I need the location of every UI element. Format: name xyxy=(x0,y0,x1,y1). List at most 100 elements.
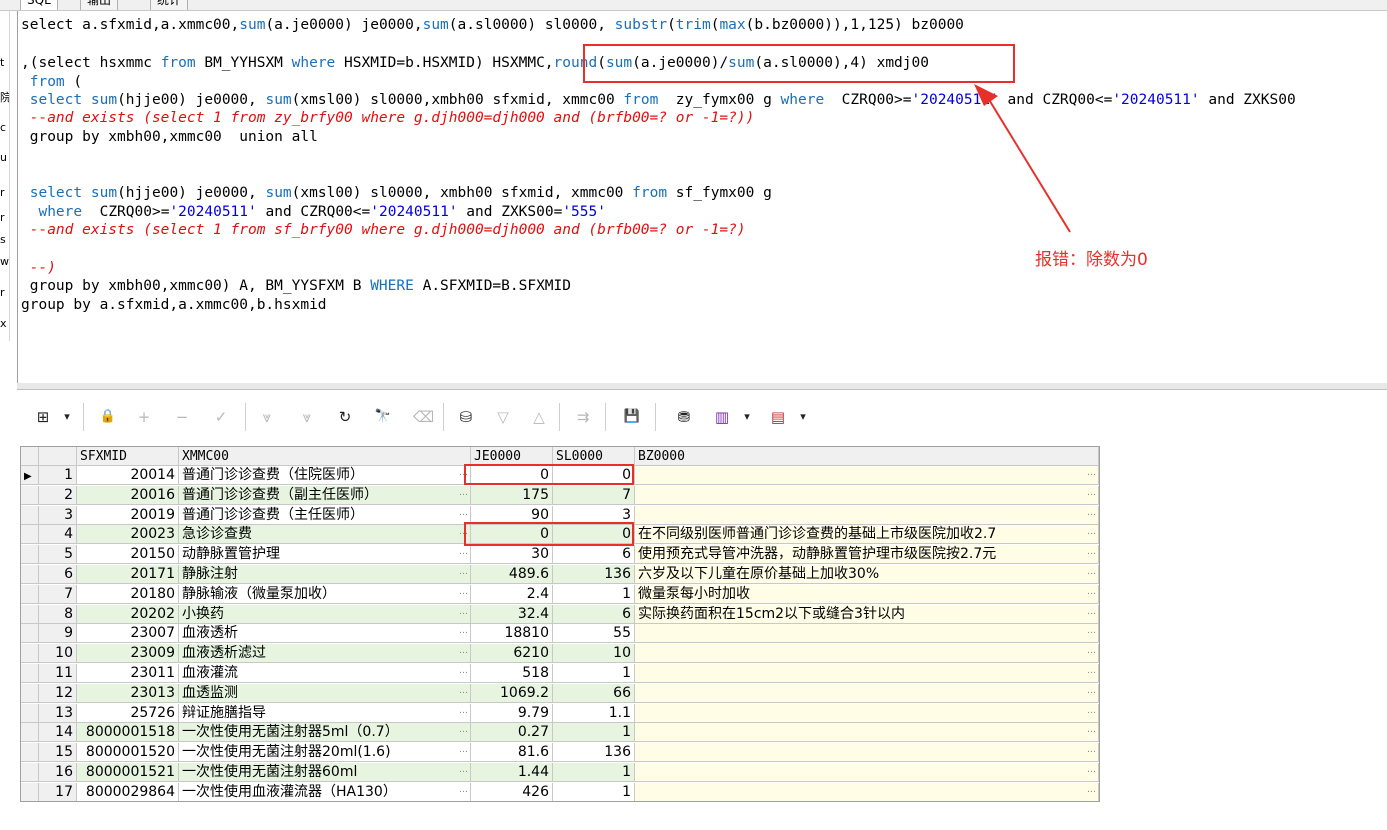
cell-ellipsis-button[interactable]: … xyxy=(459,644,468,658)
cell-bz0000[interactable]: 六岁及以下儿童在原价基础上加收30%… xyxy=(635,565,1099,584)
table-row[interactable]: 10 23009 血液透析滤过… 6210 10… xyxy=(21,644,1099,664)
cell-ellipsis-button[interactable]: … xyxy=(1087,525,1096,539)
table-row[interactable]: 15 8000001520 一次性使用无菌注射器20ml(1.6)… 81.6 136… xyxy=(21,743,1099,763)
delete-record-icon[interactable]: − xyxy=(173,407,191,427)
cell-sl0000[interactable]: 55 xyxy=(553,624,635,644)
cell-sl0000[interactable]: 136 xyxy=(553,743,635,763)
cell-ellipsis-button[interactable]: … xyxy=(1087,585,1096,599)
cell-xmmc00[interactable]: 辩证施膳指导… xyxy=(179,703,471,723)
cell-je0000[interactable]: 18810 xyxy=(471,624,553,644)
cell-sfxmid[interactable]: 20014 xyxy=(77,466,179,485)
cell-sfxmid[interactable]: 20016 xyxy=(77,485,179,505)
grid-layout-icon[interactable]: ⊞ xyxy=(31,407,55,427)
cell-je0000[interactable]: 6210 xyxy=(471,644,553,664)
cell-ellipsis-button[interactable]: … xyxy=(459,664,468,678)
cell-ellipsis-button[interactable]: … xyxy=(459,506,468,520)
cell-sl0000[interactable]: 1 xyxy=(553,763,635,782)
chart-icon[interactable]: ▥ xyxy=(711,407,733,427)
lock-icon[interactable]: 🔒 xyxy=(97,407,119,427)
cell-xmmc00[interactable]: 普通门诊诊查费（主任医师）… xyxy=(179,505,471,525)
first-record-icon[interactable]: ⩔ xyxy=(257,407,277,427)
cell-ellipsis-button[interactable]: … xyxy=(1087,624,1096,638)
cell-je0000[interactable]: 489.6 xyxy=(471,565,553,584)
database-icon[interactable]: ⛃ xyxy=(673,407,695,427)
cell-ellipsis-button[interactable]: … xyxy=(459,704,468,718)
cell-xmmc00[interactable]: 一次性使用无菌注射器5ml（0.7）… xyxy=(179,723,471,743)
cell-ellipsis-button[interactable]: … xyxy=(1087,466,1096,480)
cell-sfxmid[interactable]: 8000001518 xyxy=(77,723,179,743)
cell-ellipsis-button[interactable]: … xyxy=(459,605,468,619)
cell-ellipsis-button[interactable]: … xyxy=(459,565,468,579)
cell-xmmc00[interactable]: 血透监测… xyxy=(179,683,471,703)
last-record-icon[interactable]: ⩔ xyxy=(297,407,317,427)
cell-ellipsis-button[interactable]: … xyxy=(1087,486,1096,500)
cell-je0000[interactable]: 81.6 xyxy=(471,743,553,763)
cell-ellipsis-button[interactable]: … xyxy=(459,585,468,599)
cell-ellipsis-button[interactable]: … xyxy=(1087,605,1096,619)
table-row[interactable]: 14 8000001518 一次性使用无菌注射器5ml（0.7）… 0.27 1… xyxy=(21,723,1099,743)
cell-xmmc00[interactable]: 血液透析… xyxy=(179,624,471,644)
cell-sfxmid[interactable]: 20171 xyxy=(77,565,179,584)
cell-ellipsis-button[interactable]: … xyxy=(459,624,468,638)
cell-bz0000[interactable]: 微量泵每小时加收… xyxy=(635,584,1099,604)
cell-ellipsis-button[interactable]: … xyxy=(459,783,468,797)
cell-xmmc00[interactable]: 血液灌流… xyxy=(179,664,471,683)
cell-bz0000[interactable]: … xyxy=(635,485,1099,505)
cell-je0000[interactable]: 2.4 xyxy=(471,584,553,604)
cell-bz0000[interactable]: … xyxy=(635,782,1099,801)
cell-ellipsis-button[interactable]: … xyxy=(1087,545,1096,559)
cell-sl0000[interactable]: 1 xyxy=(553,584,635,604)
table-row[interactable]: 11 23011 血液灌流… 518 1… xyxy=(21,664,1099,684)
cell-bz0000[interactable]: … xyxy=(635,683,1099,703)
cell-sfxmid[interactable]: 8000029864 xyxy=(77,782,179,801)
cell-je0000[interactable]: 426 xyxy=(471,782,553,801)
table-row[interactable]: 9 23007 血液透析… 18810 55… xyxy=(21,624,1099,644)
cell-sl0000[interactable]: 10 xyxy=(553,644,635,664)
cell-ellipsis-button[interactable]: … xyxy=(1087,684,1096,698)
cell-bz0000[interactable]: … xyxy=(635,624,1099,644)
cell-sfxmid[interactable]: 23007 xyxy=(77,624,179,644)
cell-ellipsis-button[interactable]: … xyxy=(1087,783,1096,797)
cell-ellipsis-button[interactable]: … xyxy=(459,743,468,757)
cell-je0000[interactable]: 175 xyxy=(471,485,553,505)
cell-sfxmid[interactable]: 8000001520 xyxy=(77,743,179,763)
add-record-icon[interactable]: + xyxy=(135,407,153,427)
table-row[interactable]: 7 20180 静脉输液（微量泵加收）… 2.4 1 微量泵每小时加收… xyxy=(21,584,1099,605)
cell-bz0000[interactable]: … xyxy=(635,505,1099,525)
cell-sl0000[interactable]: 6 xyxy=(553,604,635,624)
table-row[interactable]: 17 8000029864 一次性使用血液灌流器（HA130）… 426 1… xyxy=(21,782,1099,801)
cell-sl0000[interactable]: 7 xyxy=(553,485,635,505)
refresh-icon[interactable]: ↻ xyxy=(335,407,355,427)
cell-bz0000[interactable]: … xyxy=(635,723,1099,743)
cell-xmmc00[interactable]: 一次性使用血液灌流器（HA130）… xyxy=(179,782,471,801)
cell-ellipsis-button[interactable]: … xyxy=(459,545,468,559)
tab-statistics[interactable]: 统计 xyxy=(150,0,189,10)
result-grid[interactable]: SFXMID XMMC00 JE0000 SL0000 BZ0000 ▶ 1 200… xyxy=(20,446,1100,802)
cell-je0000[interactable]: 0.27 xyxy=(471,723,553,743)
cell-bz0000[interactable]: 在不同级别医师普通门诊诊查费的基础上市级医院加收2.7… xyxy=(635,525,1099,545)
cell-sfxmid[interactable]: 23013 xyxy=(77,683,179,703)
header-sfxmid[interactable]: SFXMID xyxy=(77,447,179,466)
sort-asc-icon[interactable]: △ xyxy=(529,407,549,427)
cell-bz0000[interactable]: 实际换药面积在15cm2以下或缝合3针以内… xyxy=(635,604,1099,624)
query-icon[interactable]: ⛁ xyxy=(455,407,477,427)
cell-sl0000[interactable]: 66 xyxy=(553,683,635,703)
table-row[interactable]: 8 20202 小换药… 32.4 6 实际换药面积在15cm2以下或缝合3针以内… xyxy=(21,604,1099,625)
cell-xmmc00[interactable]: 小换药… xyxy=(179,604,471,624)
cell-sfxmid[interactable]: 20180 xyxy=(77,584,179,604)
cell-bz0000[interactable]: … xyxy=(635,466,1099,485)
cell-ellipsis-button[interactable]: … xyxy=(459,723,468,737)
header-bz0000[interactable]: BZ0000 xyxy=(635,447,1099,466)
cell-sl0000[interactable]: 1.1 xyxy=(553,703,635,723)
cell-xmmc00[interactable]: 一次性使用无菌注射器60ml… xyxy=(179,763,471,782)
pane-splitter[interactable] xyxy=(17,383,1387,390)
cell-xmmc00[interactable]: 一次性使用无菌注射器20ml(1.6)… xyxy=(179,743,471,763)
report-dropdown-icon[interactable]: ▾ xyxy=(797,407,809,427)
cell-ellipsis-button[interactable]: … xyxy=(1087,743,1096,757)
cell-ellipsis-button[interactable]: … xyxy=(1087,565,1096,579)
cell-bz0000[interactable]: 使用预充式导管冲洗器，动静脉置管护理市级医院按2.7元… xyxy=(635,545,1099,565)
export-icon[interactable]: ⇉ xyxy=(573,407,593,427)
tab-sql[interactable]: SQL xyxy=(20,0,58,10)
cell-xmmc00[interactable]: 普通门诊诊查费（副主任医师）… xyxy=(179,485,471,505)
cell-bz0000[interactable]: … xyxy=(635,664,1099,683)
